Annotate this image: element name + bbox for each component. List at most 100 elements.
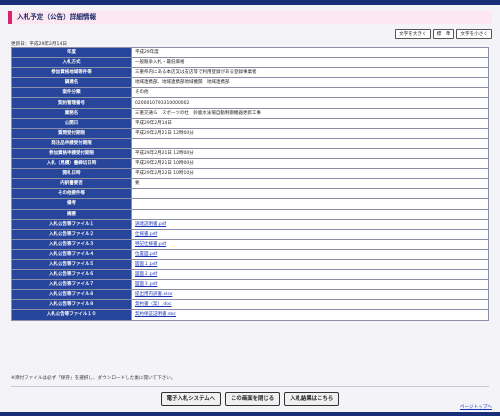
table-row: 参加資格申請受付期限 平成29年2月21日 12時00分 — [11, 147, 489, 160]
row-label: 質問受付期限 — [11, 127, 132, 139]
table-row: 入札方式 一般競争入札・最低価格 — [11, 57, 489, 69]
row-label: 契約管理番号 — [11, 97, 132, 109]
row-value: 契約書（案）.doc — [131, 299, 489, 311]
row-value: 位置図.pdf — [131, 248, 489, 260]
file-row: 入札公告等ファイル４ 位置図.pdf — [11, 248, 489, 260]
row-value: 0200010793310000002 — [131, 97, 489, 109]
table-row: 案件分類 その他 — [11, 87, 489, 99]
font-standard-button[interactable]: 標 準 — [432, 29, 455, 39]
detail-table: 年度 平成29年度 入札方式 一般競争入札・最低価格 参加資格地域等件等 三重県内にある本… — [11, 46, 489, 321]
file-row: 入札公告等ファイル１０ 契約保証証明書.doc — [11, 309, 489, 321]
table-row: 発注品申請受付期限 — [11, 137, 489, 149]
font-larger-button[interactable]: 文字を大きく — [395, 29, 431, 39]
row-label: 年度 — [11, 46, 132, 59]
row-value: 仕様書.pdf — [131, 228, 489, 240]
file-row: 入札公告等ファイル３ 特記仕様書.pdf — [11, 238, 489, 250]
page-top-link[interactable]: ページトップへ — [460, 404, 492, 410]
row-label: 内訳書要否 — [11, 178, 132, 190]
file-row: 入札公告等ファイル９ 契約書（案）.doc — [11, 299, 489, 311]
row-label: 参加資格申請受付期限 — [11, 147, 132, 160]
divider — [11, 386, 489, 387]
file-link[interactable]: 仕様書.pdf — [135, 232, 157, 237]
row-value — [131, 198, 489, 210]
row-label: 入札公告等ファイル９ — [11, 299, 132, 311]
file-link[interactable]: 位置図.pdf — [135, 252, 157, 257]
row-value: 調達説明書.pdf — [131, 218, 489, 230]
row-label: 入札公告等ファイル７ — [11, 279, 132, 291]
table-row: 備考 — [11, 198, 489, 210]
file-link[interactable]: 図面３.pdf — [135, 282, 157, 287]
table-row: 摘要 — [11, 208, 489, 220]
e-bidding-system-button[interactable]: 電子入札システムへ — [160, 392, 222, 406]
row-label: 摘要 — [11, 208, 132, 220]
row-value: 契約保証証明書.doc — [131, 309, 489, 321]
row-label: 業務名 — [11, 107, 132, 119]
row-label: 入札方式 — [11, 57, 132, 69]
row-label: 案件分類 — [11, 87, 132, 99]
table-row: 業務名 三重交通Ｇ スポーツの杜 鈴鹿水泳場自動制御機器更新工事 — [11, 107, 489, 119]
row-label: 開札日時 — [11, 168, 132, 180]
font-smaller-button[interactable]: 文字を小さく — [456, 29, 492, 39]
file-link[interactable]: 図面１.pdf — [135, 262, 157, 267]
row-label: 入札公告等ファイル１０ — [11, 309, 132, 321]
row-value: 平成29年2月22日 10時10分 — [131, 168, 489, 180]
font-size-controls: 文字を大きく 標 準 文字を小さく — [395, 29, 492, 39]
row-value: 平成29年度 — [131, 46, 489, 59]
row-label: 入札公告等ファイル３ — [11, 238, 132, 250]
row-value — [131, 208, 489, 220]
row-label: 入札公告等ファイル８ — [11, 289, 132, 301]
row-value: 地域連携部、地域連携部地域機関 地域連携部 — [131, 77, 489, 89]
row-label: 発注品申請受付期限 — [11, 137, 132, 149]
row-label: 備考 — [11, 198, 132, 210]
row-value: 平成29年2月14日 — [131, 117, 489, 129]
table-row: 参加資格地域等件等 三重県内にある本店又は支店等で利用登録がある登録事業者 — [11, 67, 489, 79]
file-link[interactable]: 図面２.pdf — [135, 272, 157, 277]
row-label: 入札公告等ファイル５ — [11, 258, 132, 271]
row-label: 入札公告等ファイル４ — [11, 248, 132, 260]
bottom-actions: 電子入札システムへ この画面を閉じる 入札結果はこちら — [0, 392, 500, 406]
file-row: 入札公告等ファイル６ 図面２.pdf — [11, 269, 489, 281]
row-value: その他 — [131, 87, 489, 99]
bottom-stripe — [0, 412, 500, 416]
file-link[interactable]: 調達説明書.pdf — [135, 222, 166, 227]
file-link[interactable]: 契約保証証明書.doc — [135, 312, 176, 317]
row-label: 入札公告等ファイル６ — [11, 269, 132, 281]
file-link[interactable]: 特記仕様書.pdf — [135, 242, 166, 247]
close-window-button[interactable]: この画面を閉じる — [225, 392, 281, 406]
table-row: 質問受付期限 平成29年2月21日 12時00分 — [11, 127, 489, 139]
row-value: 三重交通Ｇ スポーツの杜 鈴鹿水泳場自動制御機器更新工事 — [131, 107, 489, 119]
table-row: 公開日 平成29年2月14日 — [11, 117, 489, 129]
table-row: 内訳書要否要 — [11, 178, 489, 190]
table-row: 調達名 地域連携部、地域連携部地域機関 地域連携部 — [11, 77, 489, 89]
row-value: 図面１.pdf — [131, 258, 489, 271]
table-row: その他要件等 — [11, 188, 489, 200]
table-row: 契約管理番号 0200010793310000002 — [11, 97, 489, 109]
table-row: 年度 平成29年度 — [11, 46, 489, 59]
file-row: 入札公告等ファイル２ 仕様書.pdf — [11, 228, 489, 240]
row-value: 要 — [131, 178, 489, 190]
row-label: その他要件等 — [11, 188, 132, 200]
row-value: 図面３.pdf — [131, 279, 489, 291]
row-label: 入札公告等ファイル１ — [11, 218, 132, 230]
row-value: 一般競争入札・最低価格 — [131, 57, 489, 69]
download-note: ※添付ファイルは必ず「保存」を選択し、ダウンロードした後に開いて下さい。 — [11, 376, 176, 381]
row-value — [131, 137, 489, 149]
table-row: 入札（見積）書締切日時 平成29年2月21日 10時00分 — [11, 158, 489, 170]
row-label: 参加資格地域等件等 — [11, 67, 132, 79]
row-value: 三重県内にある本店又は支店等で利用登録がある登録事業者 — [131, 67, 489, 79]
top-stripe — [0, 0, 500, 5]
row-value: 平成29年2月21日 10時00分 — [131, 158, 489, 170]
row-value: 平成29年2月21日 12時00分 — [131, 147, 489, 160]
file-link[interactable]: 契約書（案）.doc — [135, 302, 172, 307]
page-title: 入札予定（公告）詳細情報 — [8, 11, 492, 24]
row-value: 特記仕様書.pdf — [131, 238, 489, 250]
row-value: 図面２.pdf — [131, 269, 489, 281]
bid-results-button[interactable]: 入札結果はこちら — [284, 392, 340, 406]
row-value: 平成29年2月21日 12時00分 — [131, 127, 489, 139]
file-row: 入札公告等ファイル５ 図面１.pdf — [11, 258, 489, 271]
file-link[interactable]: 提出用内訳書.xlsx — [135, 292, 172, 297]
table-row: 開札日時 平成29年2月22日 10時10分 — [11, 168, 489, 180]
row-value — [131, 188, 489, 200]
row-label: 入札公告等ファイル２ — [11, 228, 132, 240]
row-label: 調達名 — [11, 77, 132, 89]
